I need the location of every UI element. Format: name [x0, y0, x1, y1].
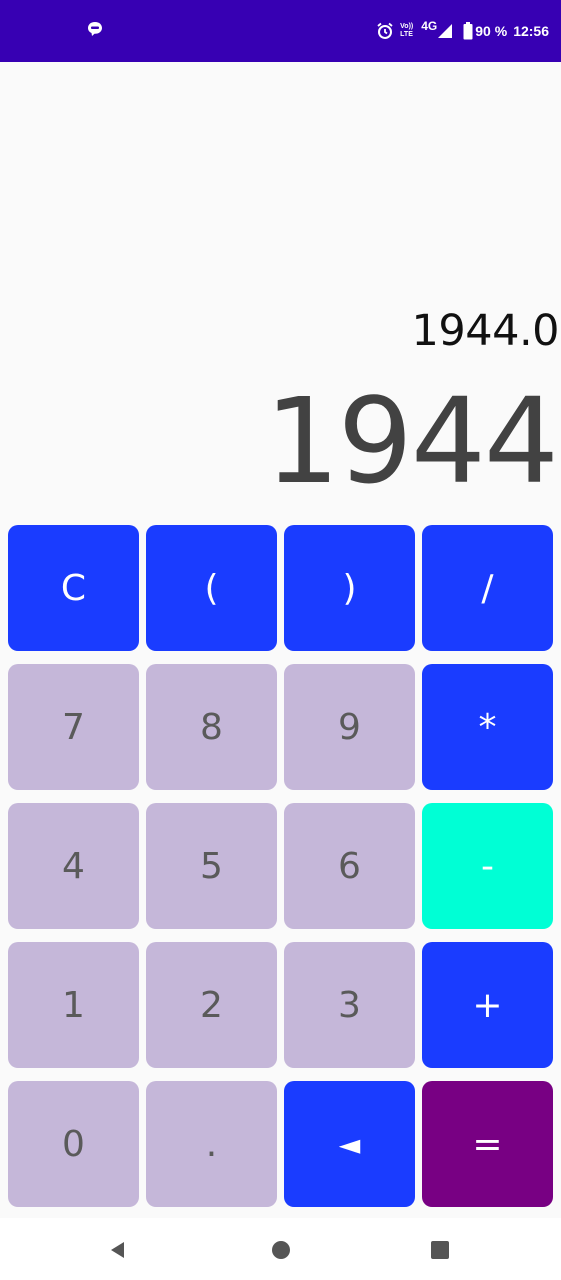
add-button[interactable]: + [422, 942, 553, 1068]
decimal-point-button[interactable]: . [146, 1081, 277, 1207]
volte-top-label: Vo)) [400, 23, 414, 30]
digit-4-button[interactable]: 4 [8, 803, 139, 929]
status-bar: Vo)) LTE 4G 90 % 12:56 [0, 0, 561, 62]
clock: 12:56 [513, 23, 549, 39]
open-paren-button[interactable]: ( [146, 525, 277, 651]
digit-9-button[interactable]: 9 [284, 664, 415, 790]
clear-button[interactable]: C [8, 525, 139, 651]
backspace-button[interactable]: ◄ [284, 1081, 415, 1207]
digit-0-button[interactable]: 0 [8, 1081, 139, 1207]
battery-percent: 90 % [475, 23, 508, 39]
digit-7-button[interactable]: 7 [8, 664, 139, 790]
alarm-icon [376, 22, 394, 40]
battery-icon [463, 22, 473, 40]
home-icon[interactable] [270, 1239, 292, 1261]
equals-button[interactable]: = [422, 1081, 553, 1207]
multiply-button[interactable]: * [422, 664, 553, 790]
volte-icon: Vo)) LTE [400, 23, 413, 39]
navigation-bar [0, 1218, 561, 1280]
subtract-button[interactable]: - [422, 803, 553, 929]
digit-3-button[interactable]: 3 [284, 942, 415, 1068]
volte-bottom-label: LTE [400, 31, 413, 38]
expression-text: 1944 [264, 372, 559, 510]
digit-8-button[interactable]: 8 [146, 664, 277, 790]
recents-icon[interactable] [429, 1239, 451, 1261]
close-paren-button[interactable]: ) [284, 525, 415, 651]
digit-5-button[interactable]: 5 [146, 803, 277, 929]
calculator-display: 1944.0 1944 [0, 62, 561, 520]
signal-icon [437, 23, 453, 39]
digit-6-button[interactable]: 6 [284, 803, 415, 929]
digit-1-button[interactable]: 1 [8, 942, 139, 1068]
network-type: 4G [421, 19, 438, 33]
chat-notification-icon [88, 22, 102, 36]
divide-button[interactable]: / [422, 525, 553, 651]
back-icon[interactable] [107, 1239, 129, 1261]
keypad: C ( ) / 7 8 9 * 4 5 6 - 1 2 3 + 0 . ◄ = [8, 525, 554, 1207]
digit-2-button[interactable]: 2 [146, 942, 277, 1068]
result-text: 1944.0 [411, 306, 560, 356]
